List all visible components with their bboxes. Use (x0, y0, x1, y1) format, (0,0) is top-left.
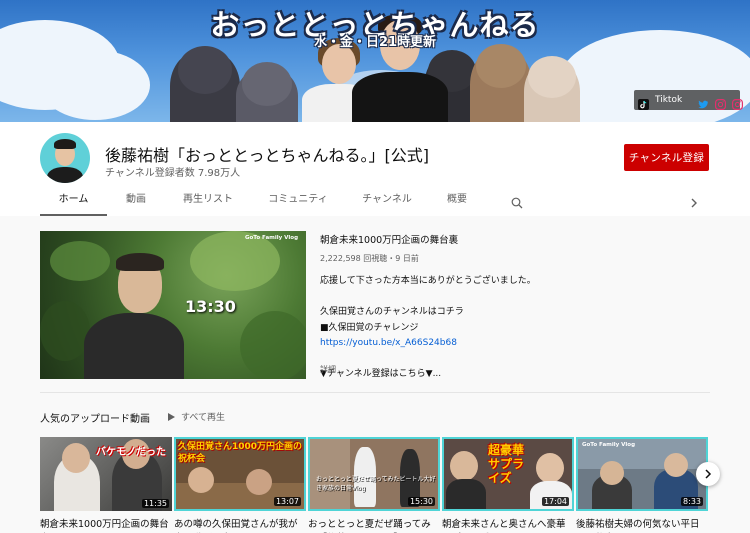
tab-videos[interactable]: 動画 (107, 188, 165, 216)
channel-name: 後藤祐樹「おっととっとちゃんねる。」[公式] (105, 146, 430, 165)
thumbnail-brand-text: GoTo Family Vlog (245, 235, 299, 241)
thumbnail-overlay-text: 13:30 (185, 297, 236, 316)
description-line: ■久保田覚のチャレンジ (320, 322, 419, 333)
chevron-right-icon (703, 465, 713, 484)
dog-image (170, 46, 240, 122)
tab-channels[interactable]: チャンネル (345, 188, 429, 216)
video-thumbnail[interactable]: バケモノだった 11:35 (40, 437, 172, 511)
video-title[interactable]: 朝倉未来さんと奥さんへ豪華サプライズ (442, 518, 574, 533)
dog-image (524, 56, 580, 122)
featured-video-meta: 2,222,598 回視聴・9 日前 (320, 254, 419, 263)
instagram-icon[interactable] (732, 95, 744, 110)
chevron-right-icon[interactable] (689, 194, 699, 208)
popular-uploads-title[interactable]: 人気のアップロード動画 (40, 410, 150, 425)
video-card[interactable]: GoTo Family Vlog 8:33 後藤祐樹夫婦の何気ない平日のお仕事 (576, 437, 708, 533)
tab-community[interactable]: コミュニティ (251, 188, 345, 216)
video-title[interactable]: 後藤祐樹夫婦の何気ない平日のお仕事 (576, 518, 708, 533)
tab-home[interactable]: ホーム (40, 188, 107, 216)
description-line: 応援して下さった方本当にありがとうございました。 (320, 276, 536, 286)
description-link[interactable]: https://youtu.be/x_A66S24b68 (320, 336, 536, 352)
channel-header: 後藤祐樹「おっととっとちゃんねる。」[公式] チャンネル登録者数 7.98万人 … (0, 122, 750, 216)
thumbnail-text: 久保田覚さん1000万円企画の祝杯会 (178, 442, 303, 464)
play-icon (168, 412, 175, 421)
video-duration: 15:30 (407, 497, 435, 506)
subscriber-count: チャンネル登録者数 7.98万人 (105, 168, 241, 179)
video-thumbnail[interactable]: おっととっと夏だぜ踊ってみたビートル大好き家族の日常Vlog 15:30 (308, 437, 440, 511)
video-title[interactable]: おっととっと夏だぜ踊ってみた【後藤ファミリー】 (308, 518, 440, 533)
video-card[interactable]: 超豪華サプライズ 17:04 朝倉未来さんと奥さんへ豪華サプライズ (442, 437, 574, 533)
thumbnail-text: おっととっと夏だぜ踊ってみたビートル大好き家族の日常Vlog (316, 476, 436, 492)
tiktok-icon[interactable] (638, 95, 649, 110)
banner-social-links: Tiktok (634, 90, 744, 110)
description-line: ▼チャンネル登録はこちら▼... (320, 369, 442, 379)
tiktok-label[interactable]: Tiktok (655, 95, 682, 105)
more-details-link[interactable]: 詳細 (320, 364, 336, 375)
channel-tabs: ホーム 動画 再生リスト コミュニティ チャンネル 概要 (40, 188, 485, 216)
video-duration: 11:35 (141, 499, 169, 508)
video-thumbnail[interactable]: 超豪華サプライズ 17:04 (442, 437, 574, 511)
tab-playlists[interactable]: 再生リスト (165, 188, 251, 216)
video-card[interactable]: 久保田覚さん1000万円企画の祝杯会 13:07 あの噂の久保田覚さんが我が家に… (174, 437, 306, 533)
featured-video-title[interactable]: 朝倉未来1000万円企画の舞台裏 (320, 232, 458, 246)
featured-video-description: 応援して下さった方本当にありがとうございました。 久保田覚さんのチャンネルはコチ… (320, 274, 536, 383)
channel-avatar[interactable] (40, 133, 90, 183)
video-duration: 13:07 (273, 497, 301, 506)
channel-page: おっととっとちゃんねる 水・金・日21時更新 Tiktok 後藤祐樹「おっととっ… (0, 0, 750, 533)
carousel-next-button[interactable] (696, 462, 720, 486)
dog-image (470, 44, 532, 122)
banner-subtitle: 水・金・日21時更新 (313, 35, 437, 50)
channel-banner: おっととっとちゃんねる 水・金・日21時更新 Tiktok (0, 0, 750, 122)
dog-image (236, 62, 298, 122)
section-divider (40, 392, 710, 393)
thumbnail-text: GoTo Family Vlog (582, 442, 636, 448)
video-title[interactable]: あの噂の久保田覚さんが我が家に遊びに来た (174, 518, 306, 533)
description-line: 久保田覚さんのチャンネルはコチラ (320, 307, 464, 317)
featured-video-thumbnail[interactable]: GoTo Family Vlog 13:30 (40, 231, 306, 379)
instagram-icon[interactable] (715, 95, 727, 110)
video-card[interactable]: バケモノだった 11:35 朝倉未来1000万円企画の舞台裏 (40, 437, 172, 533)
tab-about[interactable]: 概要 (429, 188, 485, 216)
video-card[interactable]: おっととっと夏だぜ踊ってみたビートル大好き家族の日常Vlog 15:30 おっと… (308, 437, 440, 533)
twitter-icon[interactable] (698, 95, 709, 108)
subscribe-button[interactable]: チャンネル登録 (624, 144, 709, 171)
video-duration: 8:33 (681, 497, 703, 506)
thumbnail-text: バケモノだった (96, 447, 166, 458)
description-line (320, 290, 536, 306)
play-all-button[interactable]: すべて再生 (168, 410, 225, 423)
thumbnail-text: 超豪華サプライズ (488, 443, 525, 485)
video-thumbnail[interactable]: GoTo Family Vlog 8:33 (576, 437, 708, 511)
description-line (320, 352, 536, 368)
video-title[interactable]: 朝倉未来1000万円企画の舞台裏 (40, 518, 172, 533)
search-icon[interactable] (511, 194, 523, 209)
video-thumbnail[interactable]: 久保田覚さん1000万円企画の祝杯会 13:07 (174, 437, 306, 511)
play-all-label: すべて再生 (181, 413, 226, 423)
video-duration: 17:04 (541, 497, 569, 506)
